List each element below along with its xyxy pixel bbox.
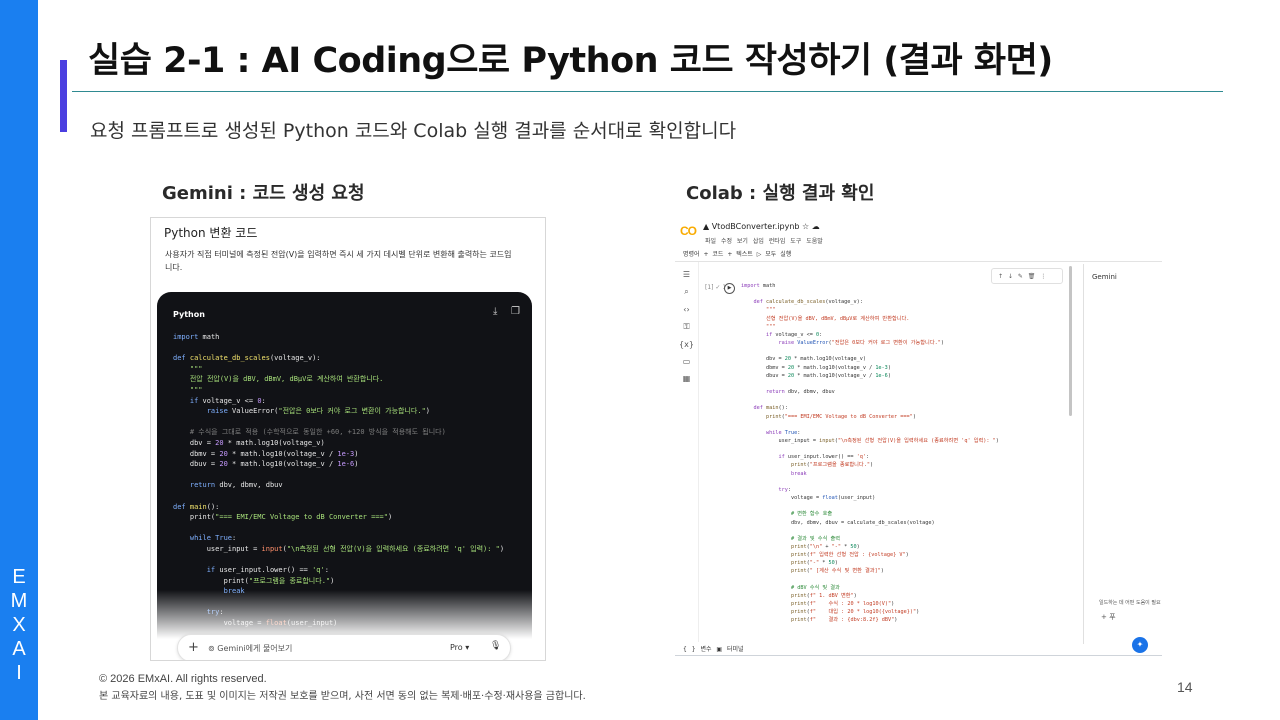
brand-letter: I [16,662,22,684]
title-divider [72,91,1223,92]
colab-panel-label: Colab : 실행 결과 확인 [686,183,875,204]
gemini-fab-icon[interactable]: ✦ [1132,637,1148,653]
folder-icon[interactable]: ▭ [675,357,698,366]
brand-letter: A [12,638,26,660]
copy-icon[interactable]: ❐ [511,306,520,317]
brand-letter: M [10,590,28,612]
mic-icon[interactable]: 🎙 [490,641,501,651]
brand-logo: E M X A I [0,565,38,685]
table-icon[interactable]: ▦ [675,374,698,383]
copyright-notice: 본 교육자료의 내용, 도표 및 이미지는 저작권 보호를 받으며, 사전 서면… [99,691,586,702]
gemini-side-action[interactable]: + 푸 [1101,612,1116,622]
cell-toolbar[interactable]: ↑ ↓ ✎ 🗑 ⋮ [991,268,1063,284]
code-icon[interactable]: ‹› [675,305,698,314]
gemini-side-panel-title: Gemini [1092,273,1117,281]
colab-toolbar[interactable]: 명령어 + 코드 + 텍스트 ▷ 모두 실행 [675,244,1162,262]
scrollbar[interactable] [1069,266,1072,416]
key-icon[interactable]: ⚿ [675,322,698,332]
gemini-panel-label: Gemini : 코드 생성 요청 [162,183,365,204]
brand-letter: E [12,566,26,588]
download-icon[interactable]: ⤓ [493,306,497,317]
gemini-response-description: 사용자가 직접 터미널에 측정된 전압(V)을 입력하면 즉시 세 가지 데시벨… [165,250,512,272]
add-icon[interactable]: + [188,640,199,655]
colab-screenshot: CO ▲ VtodBConverter.ipynb ☆ ☁ 파일 수정 보기 삽… [675,216,1162,656]
model-selector[interactable]: Pro ▾ [450,643,469,652]
page-number: 14 [1177,679,1193,695]
colab-status-bar[interactable]: { } 변수 ▣ 터미널 [683,644,744,653]
notebook-filename[interactable]: ▲ VtodBConverter.ipynb ☆ ☁ [703,222,820,231]
search-icon[interactable]: ⌕ [675,287,698,297]
variables-icon[interactable]: {x} [675,340,698,349]
gemini-screenshot: Python 변환 코드 사용자가 직접 터미널에 측정된 전압(V)을 입력하… [150,217,546,661]
toc-icon[interactable]: ☰ [675,270,698,279]
gemini-side-hint: 일드하는 데 어떤 도움이 필요하세요 [1099,600,1161,606]
gemini-response-heading: Python 변환 코드 [164,226,258,240]
brand-letter: X [12,614,26,636]
colab-logo-icon: CO [680,224,697,238]
code-content: import math def calculate_db_scales(volt… [173,333,505,627]
copyright: © 2026 EMxAI. All rights reserved. [99,673,267,685]
run-cell-button[interactable]: ▶ [724,283,735,294]
slide-title: 실습 2-1 : AI Coding으로 Python 코드 작성하기 (결과 … [88,41,1053,81]
code-language-label: Python [173,310,205,319]
title-accent-bar [60,60,67,132]
colab-code-cell[interactable]: import math def calculate_db_scales(volt… [741,282,999,625]
colab-left-sidebar: ☰ ⌕ ‹› ⚿ {x} ▭ ▦ [675,262,699,642]
gemini-prompt-input[interactable]: + ⊚ Gemini에게 물어보기 Pro ▾ 🎙 [177,634,511,660]
prompt-placeholder: ⊚ Gemini에게 물어보기 [208,644,293,653]
slide-subtitle: 요청 프롬프트로 생성된 Python 코드와 Colab 실행 결과를 순서대… [90,120,737,142]
